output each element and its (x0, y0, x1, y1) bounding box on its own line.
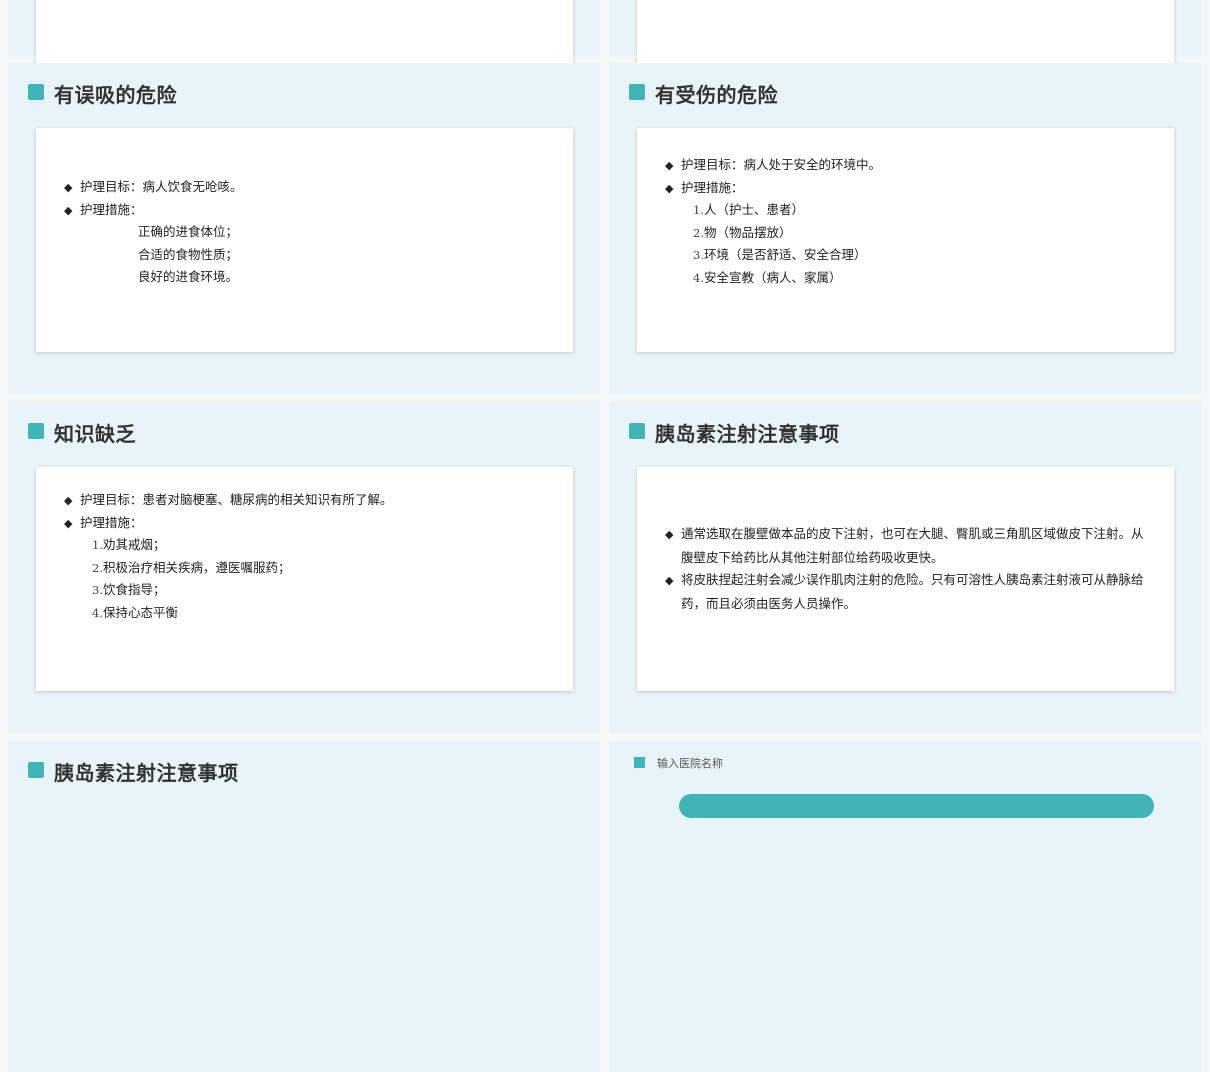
content-card: ◆ 护理目标：病人饮食无呛咳。 ◆ 护理措施： 正确的进食体位； 合适的食物性质； … (36, 128, 573, 352)
slide-top-left (8, 0, 600, 137)
title-marker-icon (28, 84, 44, 100)
slide-title: 知识缺乏 (54, 422, 136, 446)
measures-line: ◆ 护理措施： (64, 512, 547, 535)
insulin-point: ◆ 将皮肤捏起注射会减少误作肌肉注射的危险。只有可溶性人胰岛素注射液可从静脉给药，… (665, 572, 1144, 611)
diamond-bullet-icon: ◆ (665, 574, 674, 587)
diamond-bullet-icon: ◆ (665, 528, 674, 541)
banner-bar (679, 794, 1154, 818)
slide-insulin-notes[interactable]: 胰岛素注射注意事项 ◆ 通常选取在腹壁做本品的皮下注射，也可在大腿、臀肌或三角肌区… (609, 402, 1201, 733)
title-marker-icon (629, 84, 645, 100)
measure-item: 2.积极治疗相关疾病，遵医嘱服药； (92, 559, 291, 575)
measure-item: 1.人（护士、患者） (693, 202, 804, 217)
goal-line: ◆ 护理目标：患者对脑梗塞、糖尿病的相关知识有所了解。 (64, 489, 547, 512)
measure-item: 4.安全宣教（病人、家属） (693, 269, 842, 285)
title-marker-icon (28, 423, 44, 439)
measure-item: 4.保持心态平衡 (92, 604, 178, 620)
title-marker-icon (28, 762, 44, 778)
measure-item: 合适的食物性质； (138, 246, 239, 262)
measures-line: ◆ 护理措施： (64, 199, 547, 222)
measure-item: 正确的进食体位； (138, 224, 239, 239)
measure-item: 2.物（物品摆放） (693, 224, 792, 240)
slide-title: 有误吸的危险 (54, 83, 177, 107)
title-marker-icon (629, 423, 645, 439)
goal-line: ◆ 护理目标：病人饮食无呛咳。 (64, 176, 547, 199)
hospital-name: 输入医院名称 (657, 757, 723, 770)
diamond-bullet-icon: ◆ (64, 494, 73, 507)
slide-injury-risk[interactable]: 有受伤的危险 ◆ 护理目标：病人处于安全的环境中。 ◆ 护理措施： 1.人（护士、患… (609, 63, 1201, 394)
hospital-logo-icon (634, 757, 645, 768)
slide-knowledge-deficit[interactable]: 知识缺乏 ◆ 护理目标：患者对脑梗塞、糖尿病的相关知识有所了解。 ◆ 护理措施： 1… (8, 402, 600, 733)
slide-title: 胰岛素注射注意事项 (655, 422, 840, 446)
measure-item: 1.劝其戒烟； (92, 537, 166, 552)
slide-closing[interactable]: 输入医院名称 (609, 741, 1201, 1072)
measure-item: 3.饮食指导； (92, 582, 166, 597)
diamond-bullet-icon: ◆ (64, 203, 73, 217)
diamond-bullet-icon: ◆ (665, 181, 674, 195)
measure-item: 良好的进食环境。 (138, 269, 239, 284)
measure-item: 3.环境（是否舒适、安全合理） (693, 247, 867, 262)
slide-insulin-notes-2[interactable]: 胰岛素注射注意事项 (8, 741, 600, 1072)
slide-aspiration-risk[interactable]: 有误吸的危险 ◆ 护理目标：病人饮食无呛咳。 ◆ 护理措施： 正确的进食体位； 合适… (8, 63, 600, 394)
insulin-point: ◆ 通常选取在腹壁做本品的皮下注射，也可在大腿、臀肌或三角肌区域做皮下注射。从腹壁… (665, 526, 1144, 565)
slide-title: 胰岛素注射注意事项 (54, 761, 239, 785)
slide-title: 有受伤的危险 (655, 83, 778, 107)
content-card: ◆ 通常选取在腹壁做本品的皮下注射，也可在大腿、臀肌或三角肌区域做皮下注射。从腹壁… (637, 467, 1174, 691)
content-card: ◆ 护理目标：患者对脑梗塞、糖尿病的相关知识有所了解。 ◆ 护理措施： 1.劝其戒烟… (36, 467, 573, 691)
goal-line: ◆ 护理目标：病人处于安全的环境中。 (665, 154, 1148, 177)
slide-top-right (609, 0, 1201, 137)
content-card: ◆ 护理目标：病人处于安全的环境中。 ◆ 护理措施： 1.人（护士、患者） 2.物（… (637, 128, 1174, 352)
diamond-bullet-icon: ◆ (64, 516, 73, 530)
diamond-bullet-icon: ◆ (665, 159, 674, 172)
diamond-bullet-icon: ◆ (64, 181, 73, 194)
measures-line: ◆ 护理措施： (665, 177, 1148, 200)
